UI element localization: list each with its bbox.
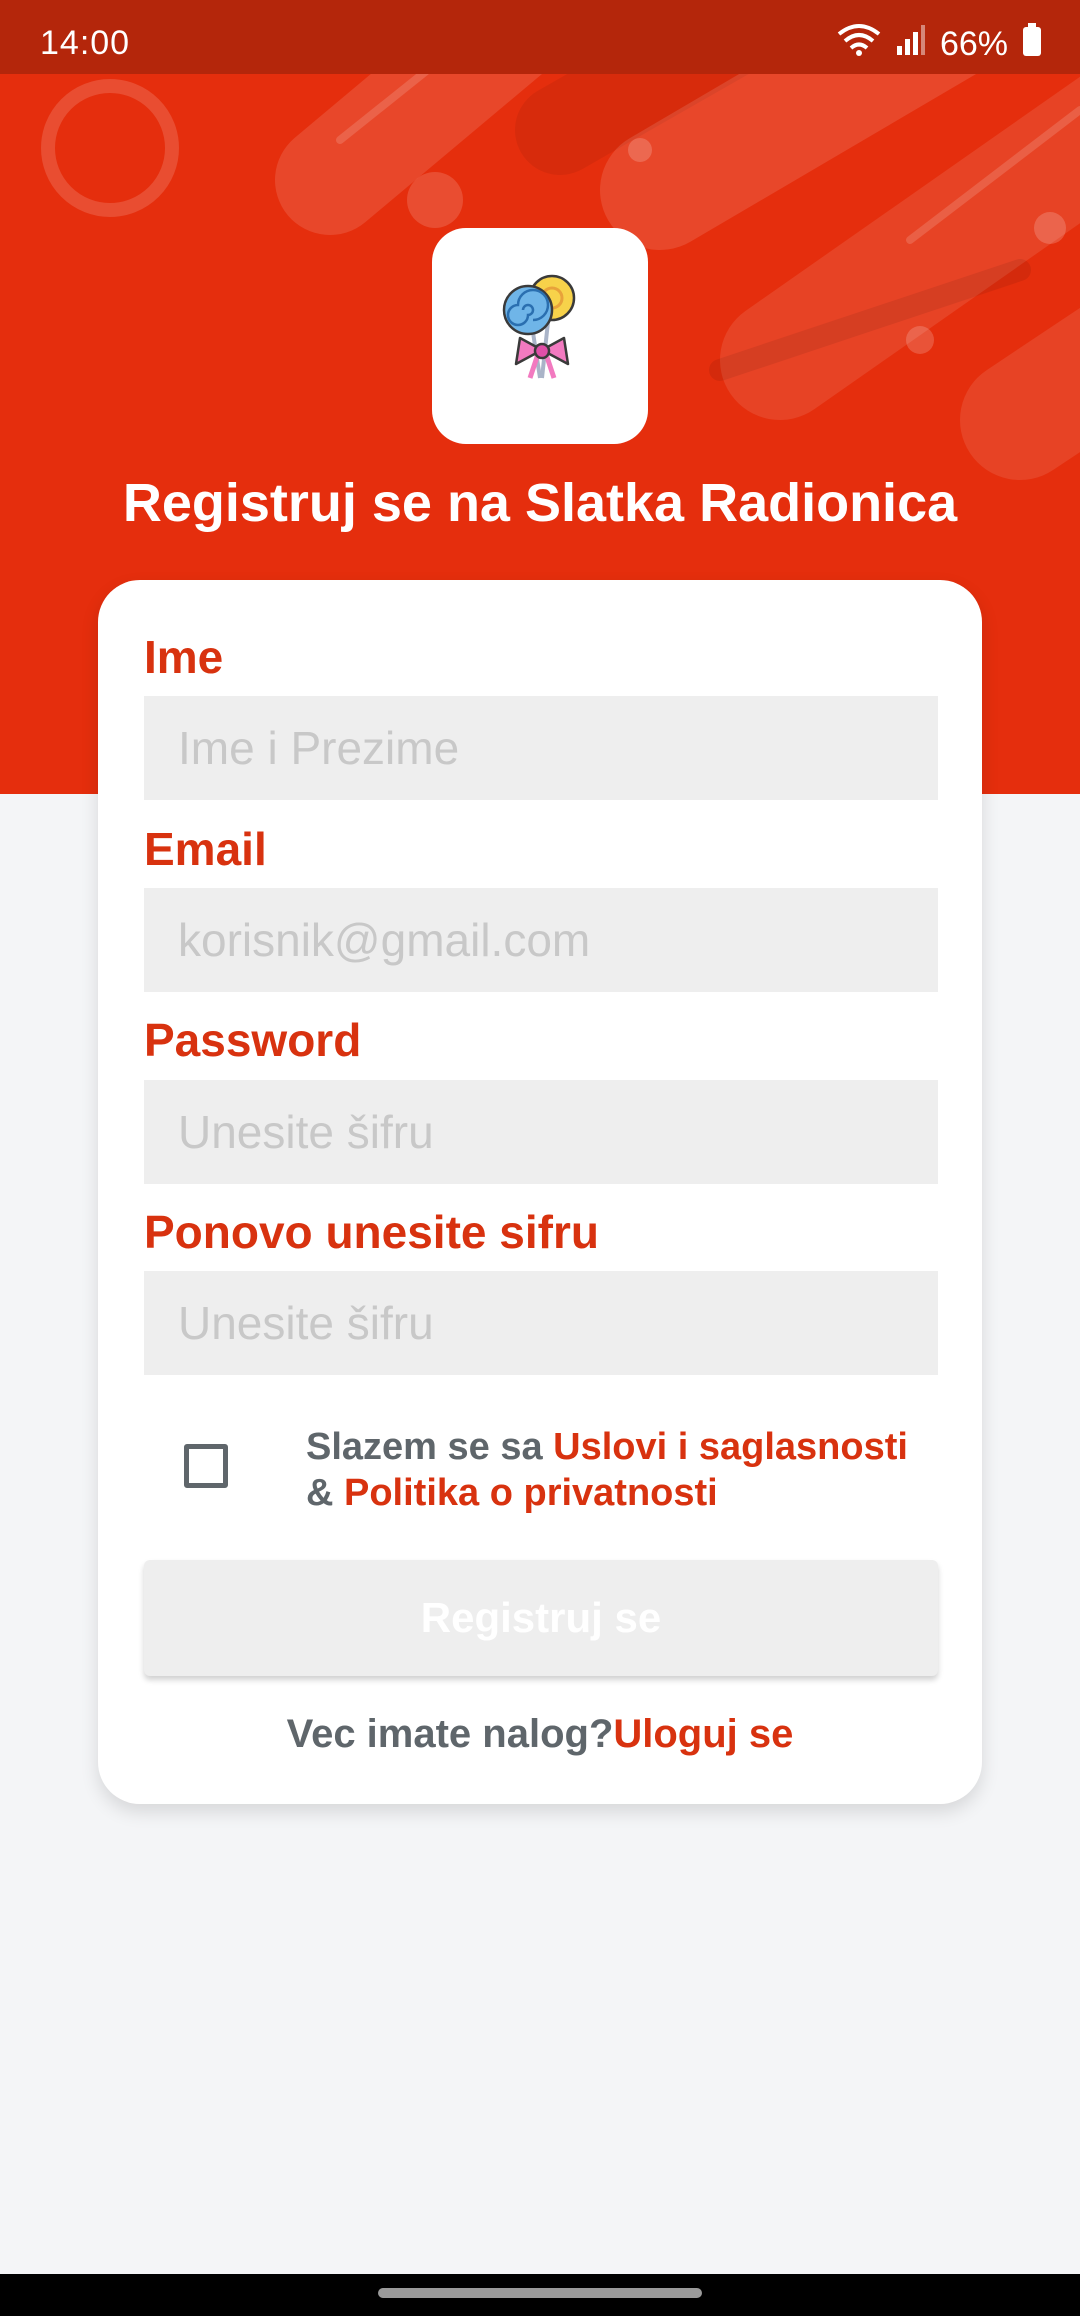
status-bar: 14:00 66% — [0, 0, 1080, 74]
terms-checkbox[interactable] — [184, 1444, 228, 1488]
email-input[interactable] — [144, 888, 938, 992]
terms-prefix: Slazem se sa — [306, 1426, 554, 1468]
navigation-bar — [0, 2274, 1080, 2316]
confirm-password-label: Ponovo unesite sifru — [144, 1206, 599, 1258]
lollipop-icon — [502, 274, 576, 379]
battery-text: 66% — [939, 25, 1008, 63]
signal-icon — [896, 24, 926, 65]
login-prompt-row: Vec imate nalog?Uloguj se — [98, 1712, 982, 1757]
login-link[interactable]: Uloguj se — [613, 1712, 793, 1756]
status-time: 14:00 — [40, 24, 131, 62]
terms-ampersand: & — [306, 1472, 344, 1514]
name-input[interactable] — [144, 696, 938, 800]
app-logo — [432, 228, 648, 444]
terms-link[interactable]: Uslovi i saglasnosti — [553, 1426, 908, 1468]
password-label: Password — [144, 1014, 362, 1066]
login-prompt: Vec imate nalog? — [286, 1712, 614, 1756]
registration-form: Ime Email Password Ponovo unesite sifru … — [98, 580, 982, 1804]
email-label: Email — [144, 823, 267, 875]
page-title: Registruj se na Slatka Radionica — [122, 473, 958, 533]
battery-icon — [1022, 23, 1042, 66]
wifi-icon — [836, 22, 882, 67]
register-button[interactable]: Registruj se — [144, 1560, 938, 1676]
home-handle[interactable] — [378, 2288, 702, 2298]
name-label: Ime — [144, 631, 224, 683]
password-input[interactable] — [144, 1080, 938, 1184]
privacy-link[interactable]: Politika o privatnosti — [344, 1472, 718, 1514]
terms-text: Slazem se sa Uslovi i saglasnosti & Poli… — [306, 1424, 946, 1516]
confirm-password-input[interactable] — [144, 1271, 938, 1375]
